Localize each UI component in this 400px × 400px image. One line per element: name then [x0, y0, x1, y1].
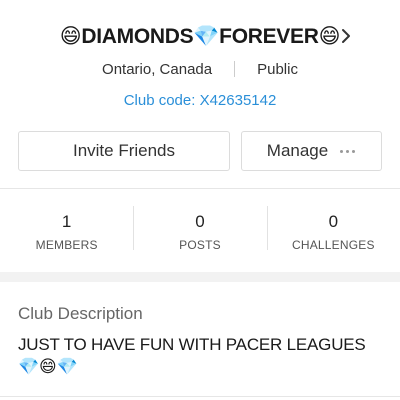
section-separator: [0, 272, 400, 282]
club-description: Club Description JUST TO HAVE FUN WITH P…: [0, 282, 400, 400]
description-title: Club Description: [18, 304, 143, 323]
meta-divider: [234, 61, 236, 77]
club-location: Ontario, Canada: [102, 60, 213, 78]
stat-challenges[interactable]: 0 CHALLENGES: [266, 200, 400, 262]
club-privacy: Public: [257, 60, 298, 78]
section-divider: [0, 188, 400, 189]
stat-value: 0: [328, 212, 339, 231]
manage-label: Manage: [266, 141, 329, 160]
club-meta: Ontario, Canada Public: [0, 58, 400, 80]
stat-label: CHALLENGES: [291, 238, 375, 252]
club-stats: 1 MEMBERS 0 POSTS 0 CHALLENGES: [0, 200, 400, 262]
stat-label: POSTS: [179, 238, 221, 252]
stat-posts[interactable]: 0 POSTS: [133, 200, 266, 262]
invite-friends-button[interactable]: Invite Friends: [18, 131, 230, 171]
chevron-right-icon[interactable]: [338, 23, 354, 49]
more-dots-icon: [338, 149, 356, 153]
manage-button[interactable]: Manage: [241, 131, 382, 171]
club-code[interactable]: Club code: X42635142: [0, 92, 400, 114]
stat-value: 0: [195, 212, 205, 231]
stat-members[interactable]: 1 MEMBERS: [0, 200, 133, 262]
stat-value: 1: [61, 212, 72, 231]
club-title-row[interactable]: 😄DIAMONDS💎FOREVER😄: [0, 20, 400, 52]
club-header: 😄DIAMONDS💎FOREVER😄 Ontario, Canada Publi…: [0, 0, 400, 130]
bottom-divider: [0, 396, 400, 397]
stat-label: MEMBERS: [35, 238, 98, 252]
description-text: JUST TO HAVE FUN WITH PACER LEAGUES 💎😄💎: [18, 335, 366, 376]
action-buttons: Invite Friends Manage: [18, 131, 382, 171]
club-name: 😄DIAMONDS💎FOREVER😄: [59, 24, 341, 48]
